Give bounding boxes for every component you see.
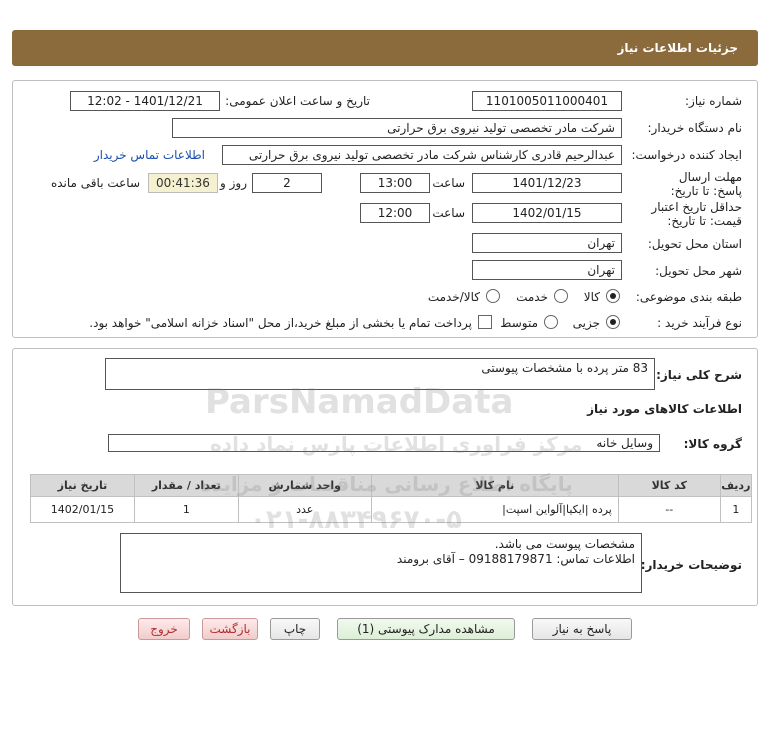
exit-button[interactable]: خروج	[138, 618, 190, 640]
category-label: طبقه بندی موضوعی:	[635, 290, 742, 304]
back-button[interactable]: بازگشت	[202, 618, 258, 640]
days-label: روز و	[220, 176, 247, 190]
cell-name: پرده |ایکیا|آلواین اسپت|	[370, 496, 619, 523]
category-goods-radio[interactable]	[606, 289, 620, 303]
cell-date: 1402/01/15	[30, 496, 135, 523]
validity-date-field: 1402/01/15	[472, 203, 622, 223]
print-button[interactable]: چاپ	[270, 618, 320, 640]
goods-group-field: وسایل خانه	[108, 434, 660, 452]
requester-label: ایجاد کننده درخواست:	[631, 148, 742, 162]
city-field: تهران	[472, 260, 622, 280]
buyer-org-label: نام دستگاه خریدار:	[647, 121, 743, 135]
remaining-time-field: 00:41:36	[148, 173, 218, 193]
goods-info-title: اطلاعات کالاهای مورد نیاز	[587, 402, 742, 416]
page-header: جزئیات اطلاعات نیاز	[12, 30, 758, 66]
remaining-label: ساعت باقی مانده	[50, 176, 140, 190]
reply-deadline-label: مهلت ارسال پاسخ: تا تاریخ:	[670, 170, 742, 198]
page-title: جزئیات اطلاعات نیاز	[617, 41, 738, 55]
province-label: استان محل تحویل:	[647, 237, 742, 251]
summary-label: شرح کلی نیاز:	[656, 368, 742, 382]
treasury-checkbox[interactable]	[478, 315, 492, 329]
process-medium-radio[interactable]	[544, 315, 558, 329]
category-goods-service-radio[interactable]	[486, 289, 500, 303]
buyer-notes-line2: اطلاعات تماس: 09188179871 – آقای برومند	[396, 552, 635, 566]
col-code-header: کد کالا	[617, 474, 721, 497]
need-number-field: 1101005011000401	[472, 91, 622, 111]
announce-label: تاریخ و ساعت اعلان عمومی:	[225, 94, 370, 108]
table-row: 1 -- پرده |ایکیا|آلواین اسپت| عدد 1 1402…	[30, 496, 753, 523]
col-name-header: نام کالا	[370, 474, 619, 497]
col-unit-header: واحد شمارش	[237, 474, 372, 497]
goods-table: ردیف کد کالا نام کالا واحد شمارش تعداد /…	[30, 474, 753, 523]
buyer-notes-label: توضیحات خریدار:	[640, 558, 742, 572]
buyer-contact-link[interactable]: اطلاعات تماس خریدار	[94, 148, 205, 162]
cell-qty: 1	[133, 496, 239, 523]
cell-row: 1	[719, 496, 753, 523]
goods-group-label: گروه کالا:	[683, 437, 742, 451]
goods-table-header: ردیف کد کالا نام کالا واحد شمارش تعداد /…	[30, 474, 753, 497]
process-medium-label: متوسط	[500, 316, 538, 330]
requester-field: عبدالرحیم قادری کارشناس شرکت مادر تخصصی …	[222, 145, 622, 165]
city-label: شهر محل تحویل:	[655, 264, 742, 278]
reply-button[interactable]: پاسخ به نیاز	[532, 618, 632, 640]
buyer-notes-line1: مشخصات پیوست می باشد.	[494, 537, 635, 551]
cell-code: --	[617, 496, 721, 523]
buyer-notes-field: مشخصات پیوست می باشد. اطلاعات تماس: 0918…	[120, 533, 642, 593]
view-documents-button[interactable]: مشاهده مدارک پیوستی (1)	[337, 618, 515, 640]
col-row-header: ردیف	[719, 474, 753, 497]
need-number-label: شماره نیاز:	[685, 94, 742, 108]
process-minor-label: جزیی	[572, 316, 600, 330]
reply-date-field: 1401/12/23	[472, 173, 622, 193]
col-qty-header: تعداد / مقدار	[133, 474, 239, 497]
category-goods-service-label: کالا/خدمت	[427, 290, 480, 304]
announce-field: 1401/12/21 - 12:02	[70, 91, 220, 111]
validity-label: حداقل تاریخ اعتبار قیمت: تا تاریخ:	[651, 200, 742, 228]
cell-unit: عدد	[237, 496, 372, 523]
reply-time-field: 13:00	[360, 173, 430, 193]
treasury-note: پرداخت تمام یا بخشی از مبلغ خرید،از محل …	[89, 316, 472, 330]
province-field: تهران	[472, 233, 622, 253]
category-goods-label: کالا	[583, 290, 600, 304]
validity-time-field: 12:00	[360, 203, 430, 223]
process-label: نوع فرآیند خرید :	[657, 316, 742, 330]
process-minor-radio[interactable]	[606, 315, 620, 329]
category-service-radio[interactable]	[554, 289, 568, 303]
days-field: 2	[252, 173, 322, 193]
reply-time-label: ساعت	[432, 176, 465, 190]
col-date-header: تاریخ نیاز	[30, 474, 135, 497]
category-service-label: خدمت	[516, 290, 548, 304]
validity-time-label: ساعت	[432, 206, 465, 220]
buyer-org-field: شرکت مادر تخصصی تولید نیروی برق حرارتی	[172, 118, 622, 138]
summary-field: 83 متر پرده با مشخصات پیوستی	[105, 358, 655, 390]
